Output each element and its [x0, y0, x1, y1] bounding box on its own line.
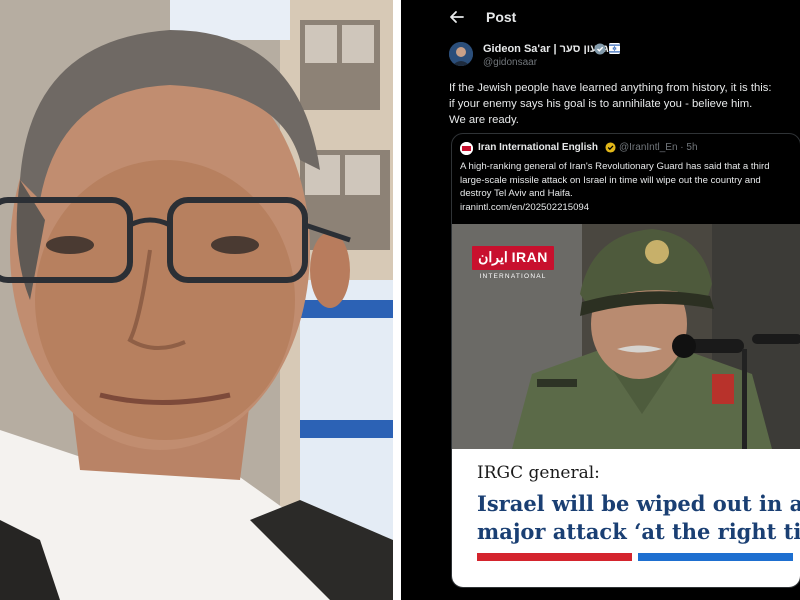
panel-divider [393, 0, 401, 600]
headline-line: Israel will be wiped out in a [477, 491, 800, 516]
headline-line: major attack ‘at the right time’ [477, 519, 800, 544]
quoted-post-body: A high-ranking general of Iran's Revolut… [460, 160, 795, 214]
affiliation-flag-icon [609, 43, 620, 54]
quoted-post-header: Iran International English @IranIntl_En … [460, 142, 800, 156]
portrait-photo [0, 0, 393, 600]
post-text-line: if your enemy says his goal is to annihi… [449, 98, 753, 110]
post-text-line: If the Jewish people have learned anythi… [449, 82, 772, 94]
arrow-left-icon[interactable] [449, 9, 465, 25]
accent-bar-blue [638, 553, 793, 561]
author-name[interactable]: Gideon Sa'ar | גדעון סער [483, 43, 609, 55]
avatar[interactable] [449, 42, 473, 66]
quoted-link[interactable]: iranintl.com/en/202502215094 [460, 201, 795, 215]
portrait-illustration [0, 0, 393, 600]
post-text-line: We are ready. [449, 114, 519, 126]
logo-main-text: ایران IRAN [478, 249, 548, 265]
post-panel: Post Gideon Sa'ar | גדעון סער @gidonsaar… [401, 0, 800, 600]
quoted-author-handle-time: @IranIntl_En · 5h [619, 142, 698, 153]
quoted-text-line: large-scale missile attack on Israel in … [460, 174, 761, 186]
quoted-text-line: A high-ranking general of Iran's Revolut… [460, 161, 770, 172]
quoted-avatar-image [460, 142, 473, 155]
headline-kicker: IRGC general: [477, 463, 600, 483]
quoted-author-name[interactable]: Iran International English [478, 142, 598, 153]
verified-badge-icon [594, 43, 606, 55]
verified-badge-icon [605, 142, 616, 153]
author-handle[interactable]: @gidonsaar [483, 57, 537, 68]
quoted-avatar[interactable] [460, 142, 473, 155]
avatar-image [449, 42, 473, 66]
quoted-text-line: destroy Tel Aviv and Haifa. [460, 188, 573, 199]
logo-sub-text: INTERNATIONAL [479, 273, 547, 280]
quoted-post-card[interactable]: Iran International English @IranIntl_En … [451, 133, 800, 588]
accent-bar-red [477, 553, 632, 561]
headline-panel: IRGC general: Israel will be wiped out i… [452, 449, 800, 587]
page-title: Post [486, 9, 517, 25]
post-body: If the Jewish people have learned anythi… [449, 80, 794, 128]
iran-international-logo: ایران IRAN INTERNATIONAL [472, 246, 554, 286]
post-topbar: Post [401, 0, 800, 36]
quoted-post-image[interactable]: ایران IRAN INTERNATIONAL [452, 224, 800, 449]
post-author: Gideon Sa'ar | גדעון סער @gidonsaar [449, 42, 789, 72]
